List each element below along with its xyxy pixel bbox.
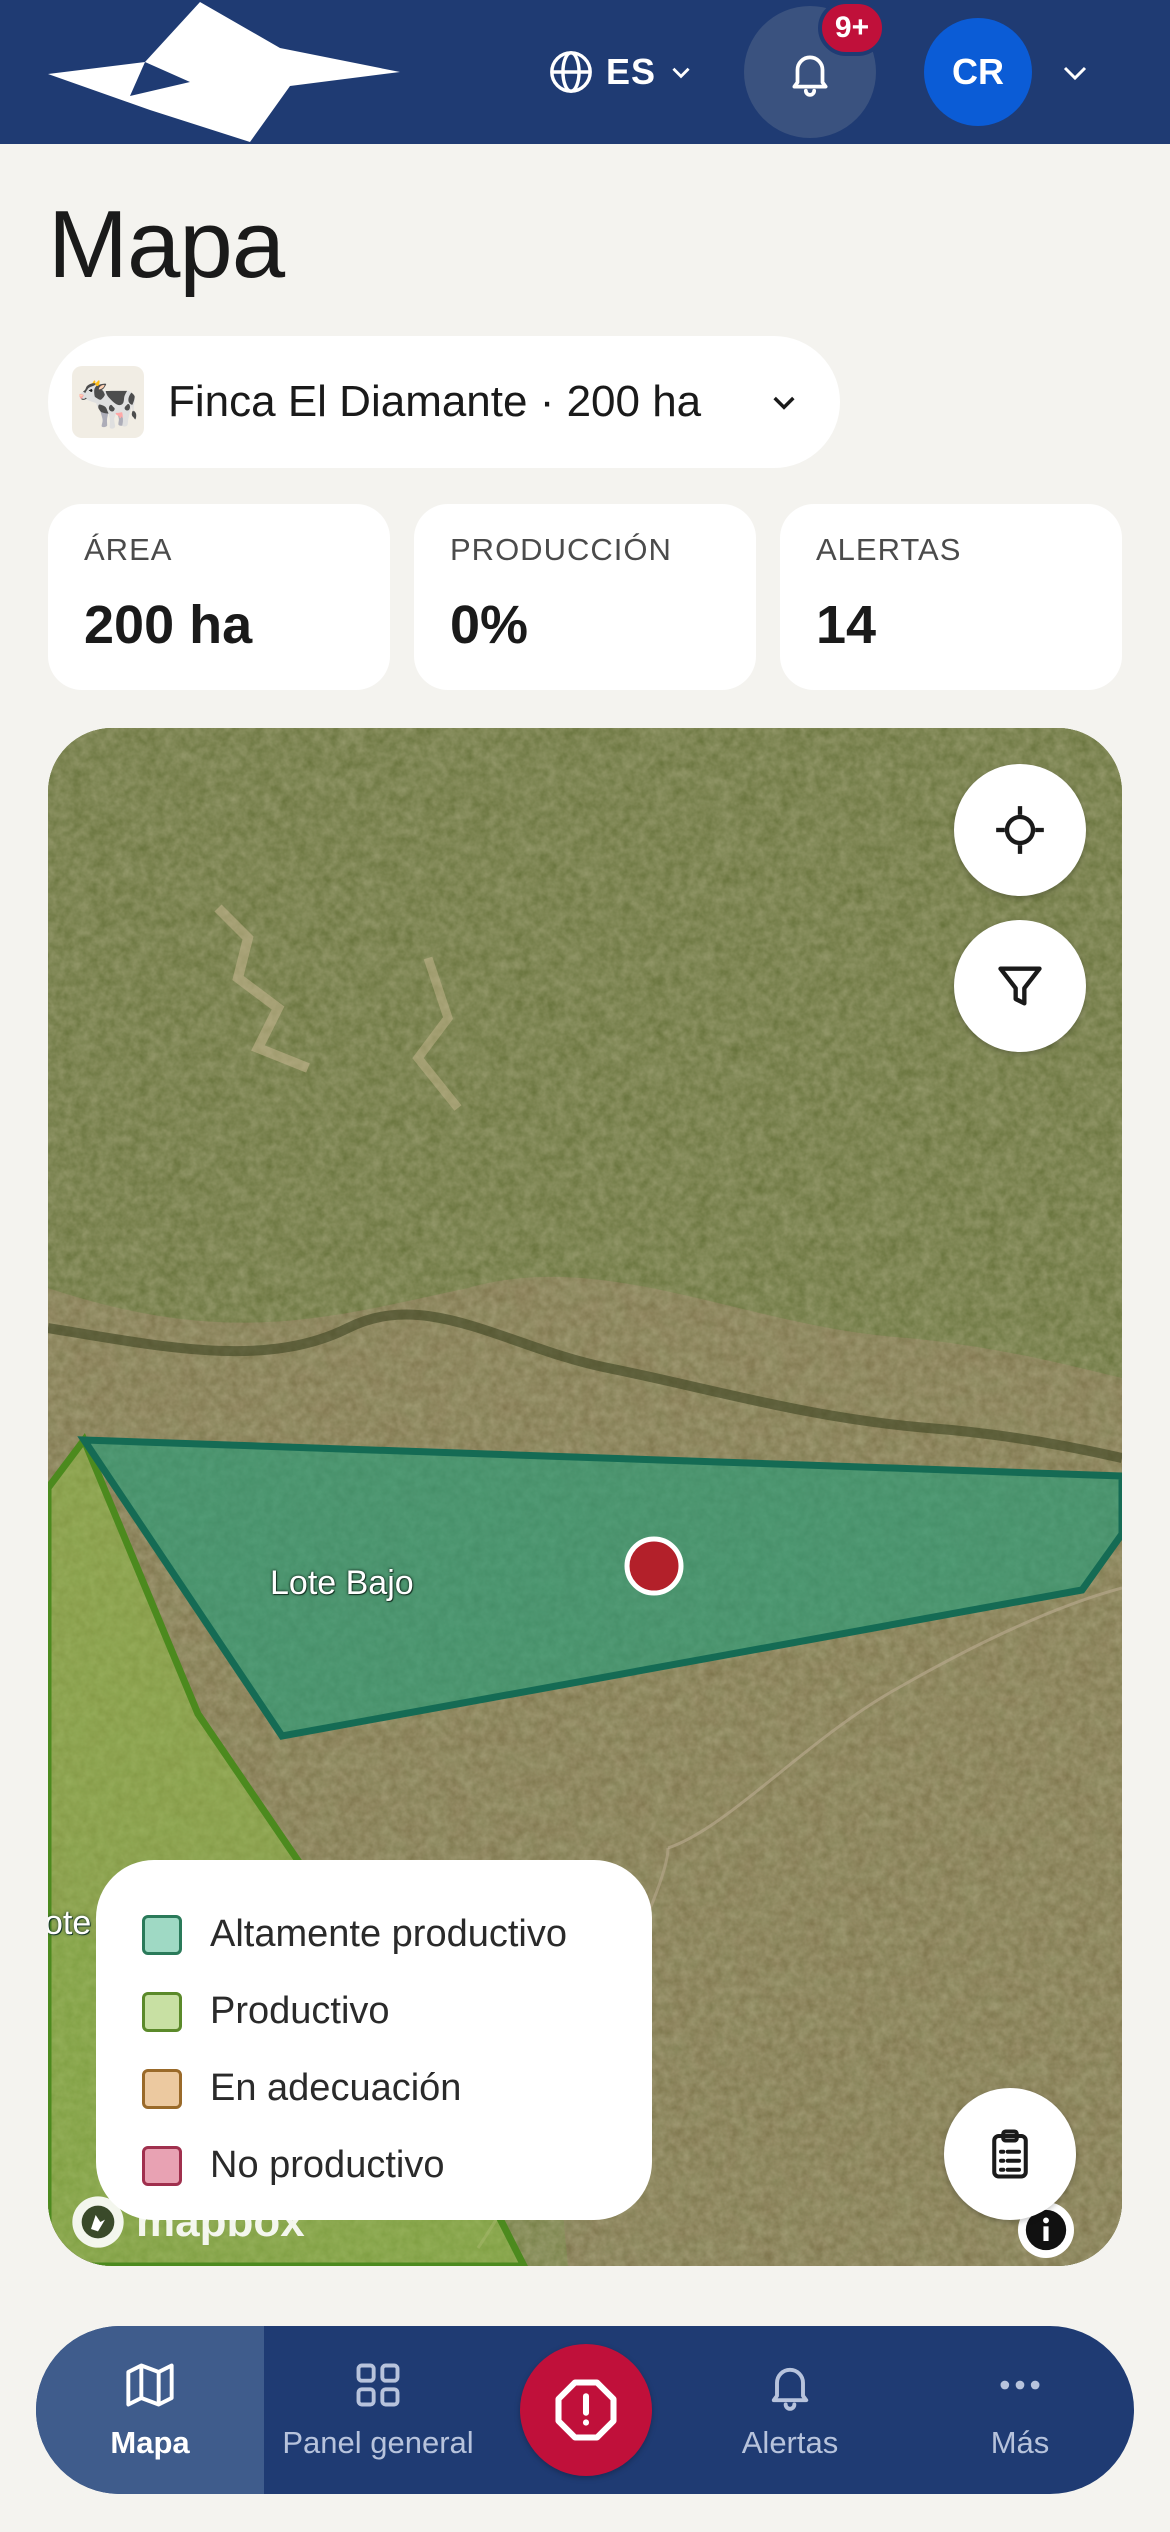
- legend-swatch: [142, 2145, 182, 2186]
- more-icon: [1000, 2380, 1040, 2390]
- report-button[interactable]: [944, 2088, 1076, 2220]
- user-avatar[interactable]: CR: [924, 18, 1032, 126]
- filter-button[interactable]: [954, 920, 1086, 1052]
- legend-swatch: [142, 2068, 182, 2109]
- stat-card-area: ÁREA 200 ha: [48, 504, 390, 690]
- legend-label: En adecuación: [210, 2067, 462, 2109]
- stat-label: PRODUCCIÓN: [450, 532, 672, 567]
- nav-label: Panel general: [282, 2425, 474, 2460]
- dashboard-icon: [356, 2363, 400, 2407]
- clipboard-list-icon: [992, 2129, 1028, 2179]
- brand-logo[interactable]: [40, 0, 410, 144]
- mapbox-attribution[interactable]: mapbox: [70, 2192, 305, 2252]
- globe-icon: [550, 51, 592, 93]
- mapbox-logo-icon: [72, 2196, 124, 2248]
- lot-label[interactable]: Lote Bajo: [270, 1564, 414, 1603]
- nav-item-more[interactable]: Más: [906, 2326, 1134, 2494]
- cow-icon: 🐄: [72, 366, 144, 438]
- legend-label: No productivo: [210, 2144, 445, 2186]
- legend-item: Altamente productivo: [142, 1896, 652, 1973]
- nav-label: Mapa: [110, 2425, 190, 2460]
- language-selector[interactable]: ES: [548, 44, 694, 100]
- page-title: Mapa: [48, 191, 285, 298]
- legend-label: Altamente productivo: [210, 1913, 567, 1955]
- stat-card-production: PRODUCCIÓN 0%: [414, 504, 756, 690]
- alert-octagon-icon: [555, 2379, 617, 2441]
- bell-icon: [771, 2367, 809, 2411]
- legend-item: En adecuación: [142, 2050, 652, 2127]
- top-bar: ES 9+ CR: [0, 0, 1170, 144]
- map-legend: Altamente productivo Productivo En adecu…: [96, 1860, 652, 2220]
- notifications-badge: 9+: [818, 0, 886, 56]
- map-icon: [126, 2363, 174, 2407]
- farm-selector-label: Finca El Diamante · 200 ha: [168, 377, 702, 426]
- chevron-down-icon[interactable]: [1060, 58, 1090, 88]
- stat-card-alerts: ALERTAS 14: [780, 504, 1122, 690]
- chevron-down-icon: [773, 396, 795, 410]
- language-code: ES: [606, 51, 657, 92]
- emergency-alert-button[interactable]: [520, 2344, 652, 2476]
- stat-value: 14: [816, 595, 877, 655]
- mapbox-wordmark: mapbox: [136, 2197, 305, 2246]
- nav-label: Alertas: [741, 2425, 839, 2460]
- legend-swatch: [142, 1991, 182, 2032]
- legend-item: Productivo: [142, 1973, 652, 2050]
- locate-button[interactable]: [954, 764, 1086, 896]
- stat-label: ÁREA: [84, 532, 173, 567]
- bell-icon: [792, 55, 828, 97]
- stat-label: ALERTAS: [816, 532, 962, 567]
- nav-label: Más: [990, 2425, 1050, 2460]
- nav-item-dashboard[interactable]: Panel general: [264, 2326, 492, 2494]
- chevron-down-icon: [672, 67, 690, 79]
- legend-label: Productivo: [210, 1990, 390, 2032]
- lot-label[interactable]: ote: [48, 1904, 91, 1943]
- filter-icon: [998, 966, 1042, 1006]
- farm-selector[interactable]: 🐄 Finca El Diamante · 200 ha: [48, 336, 840, 468]
- nav-item-map[interactable]: Mapa: [36, 2326, 264, 2494]
- crosshair-icon: [996, 806, 1044, 854]
- stat-value: 0%: [450, 595, 529, 655]
- map-view[interactable]: Lote Bajo ote Altamente productivo Produ…: [48, 728, 1122, 2266]
- nav-item-alerts[interactable]: Alertas: [676, 2326, 904, 2494]
- stat-value: 200 ha: [84, 595, 253, 655]
- legend-swatch: [142, 1914, 182, 1955]
